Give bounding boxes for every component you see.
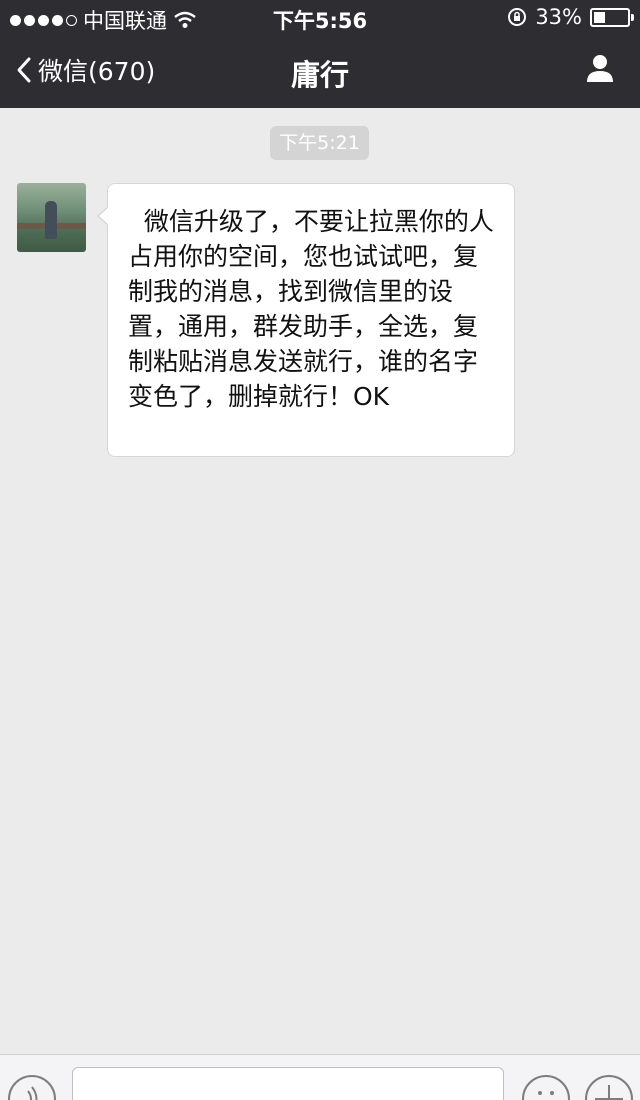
input-bar [0, 1054, 640, 1100]
header: 中国联通 下午5:56 33% 微信(670) 庸行 [0, 0, 640, 108]
battery-percent: 33% [535, 5, 582, 29]
rotation-lock-icon [508, 8, 527, 26]
message-timestamp: 下午5:21 [270, 126, 369, 160]
battery-fill [594, 11, 605, 23]
plus-button[interactable] [585, 1075, 633, 1100]
emoji-icon [538, 1091, 554, 1095]
status-right: 33% [507, 5, 634, 29]
plus-icon [595, 1085, 623, 1100]
message-input[interactable] [72, 1067, 504, 1100]
avatar[interactable] [17, 183, 86, 252]
nav-bar: 微信(670) 庸行 [0, 36, 640, 108]
status-bar: 中国联通 下午5:56 33% [0, 0, 640, 36]
message-bubble[interactable]: 微信升级了，不要让拉黑你的人占用你的空间，您也试试吧，复制我的消息，找到微信里的… [97, 183, 515, 457]
voice-button[interactable] [8, 1075, 56, 1100]
chat-title: 庸行 [290, 58, 349, 92]
emoji-button[interactable] [522, 1075, 570, 1100]
person-icon [587, 55, 613, 82]
message-text: 微信升级了，不要让拉黑你的人占用你的空间，您也试试吧，复制我的消息，找到微信里的… [128, 207, 494, 411]
voice-icon [27, 1086, 38, 1100]
battery-icon [590, 7, 634, 27]
profile-button[interactable] [584, 52, 616, 88]
